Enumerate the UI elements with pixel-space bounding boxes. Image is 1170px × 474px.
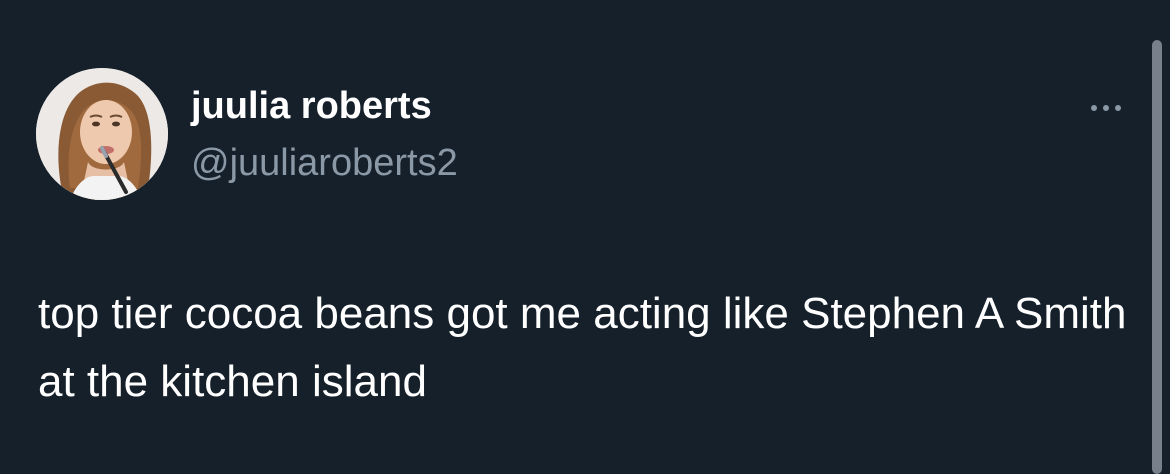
- more-horizontal-icon: [1091, 105, 1121, 111]
- scrollbar[interactable]: [1152, 40, 1162, 474]
- author-display-name[interactable]: juulia roberts: [191, 83, 432, 129]
- avatar[interactable]: [36, 68, 168, 200]
- author-handle[interactable]: @juuliaroberts2: [191, 140, 458, 186]
- tweet-text: top tier cocoa beans got me acting like …: [38, 289, 1127, 406]
- profile-photo-icon: [36, 68, 168, 200]
- tweet-card: juulia roberts @juuliaroberts2 top tier …: [0, 0, 1170, 474]
- more-options-button[interactable]: [1078, 88, 1134, 128]
